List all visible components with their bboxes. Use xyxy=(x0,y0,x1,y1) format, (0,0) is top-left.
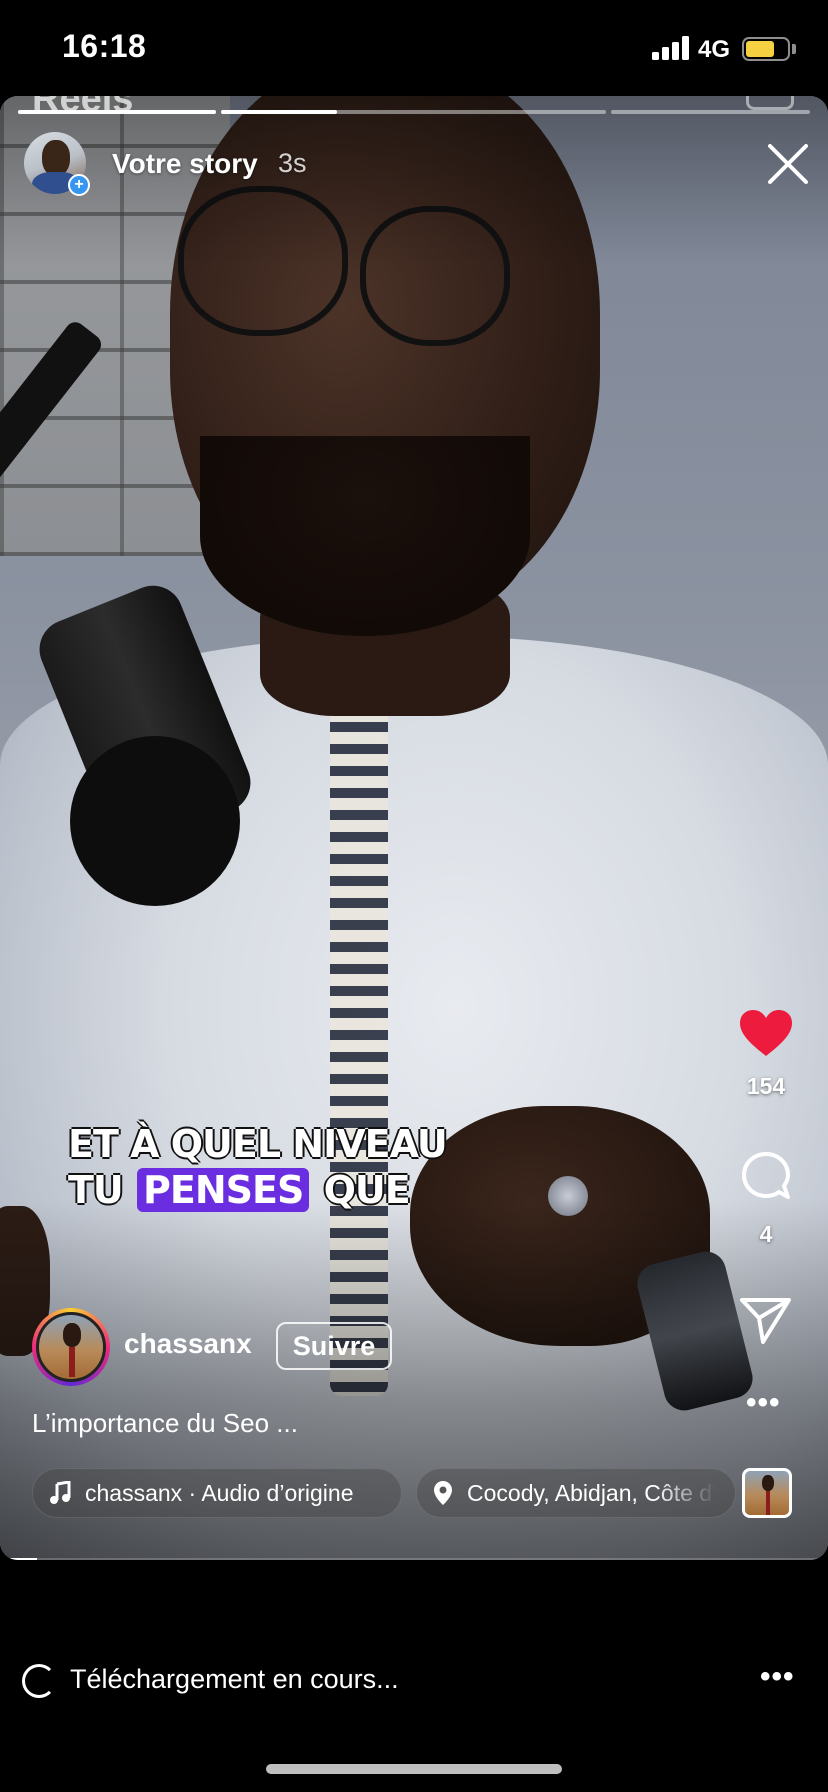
status-time: 16:18 xyxy=(62,28,147,64)
like-button[interactable]: 154 xyxy=(731,1008,801,1100)
location-pin-icon xyxy=(434,1481,452,1505)
author-tie xyxy=(69,1347,75,1377)
comment-bubble-icon xyxy=(742,1152,790,1199)
comment-count: 4 xyxy=(759,1221,773,1247)
upload-spinner-icon xyxy=(22,1664,56,1698)
caption-text-after: QUE xyxy=(323,1168,411,1212)
network-type: 4G xyxy=(698,36,731,63)
thumbnail-tie xyxy=(766,1491,770,1515)
home-indicator[interactable] xyxy=(266,1764,562,1774)
progress-segment xyxy=(18,110,216,114)
progress-segment xyxy=(611,110,810,114)
audio-chip[interactable]: chassanx · Audio d’origine xyxy=(32,1468,402,1518)
caption-highlighted-word: PENSES xyxy=(137,1168,310,1212)
battery-cap xyxy=(792,44,796,54)
author-avatar[interactable] xyxy=(32,1308,110,1386)
author-username[interactable]: chassanx xyxy=(124,1328,252,1360)
story-viewer[interactable]: Reels + Votre story 3s ET À QUEL NIVEAU … xyxy=(0,96,828,1560)
cellular-signal-icon xyxy=(652,36,692,60)
progress-segment-fill xyxy=(18,110,216,114)
add-story-icon[interactable]: + xyxy=(68,174,90,196)
comment-button[interactable]: 4 xyxy=(731,1150,801,1248)
reels-title-peek: Reels xyxy=(32,96,134,120)
video-caption-line-2: TU PENSES QUE xyxy=(68,1168,411,1212)
like-count: 154 xyxy=(746,1073,786,1099)
story-owner-label[interactable]: Votre story xyxy=(112,148,258,180)
progress-segment xyxy=(221,110,606,114)
beard xyxy=(200,436,530,636)
close-glyph xyxy=(768,144,808,184)
author-face xyxy=(63,1323,81,1347)
battery-level xyxy=(746,41,774,57)
status-bar: 16:18 4G xyxy=(0,0,828,96)
author-photo xyxy=(36,1312,106,1382)
music-note-icon xyxy=(50,1481,71,1504)
follow-button[interactable]: Suivre xyxy=(276,1322,392,1370)
audio-cover-thumbnail[interactable] xyxy=(742,1468,792,1518)
audio-label: chassanx · Audio d’origine xyxy=(85,1479,354,1506)
reel-description[interactable]: L’importance du Seo ... xyxy=(32,1408,298,1439)
story-progress-bar xyxy=(18,110,810,114)
camera-icon-peek xyxy=(746,96,794,110)
progress-segment-fill xyxy=(221,110,337,114)
share-button[interactable] xyxy=(731,1296,801,1351)
location-label: Cocody, Abidjan, Côte d’Ivoire xyxy=(467,1479,717,1506)
caption-text-before: TU xyxy=(68,1168,124,1212)
send-paper-plane-icon xyxy=(740,1298,791,1344)
close-icon[interactable] xyxy=(764,140,812,188)
avatar-face xyxy=(42,140,70,176)
story-elapsed-time: 3s xyxy=(278,148,307,178)
battery-icon xyxy=(742,37,790,61)
thumbnail-face xyxy=(762,1475,774,1491)
upload-status: Téléchargement en cours... xyxy=(70,1664,399,1694)
heart-icon xyxy=(740,1010,792,1056)
top-gradient xyxy=(0,96,828,266)
location-chip[interactable]: Cocody, Abidjan, Côte d’Ivoire xyxy=(416,1468,736,1518)
more-options-icon[interactable]: ••• xyxy=(746,1386,781,1420)
more-options-icon[interactable]: ••• xyxy=(760,1660,795,1694)
microphone-windscreen xyxy=(70,736,240,906)
video-caption-line-1: ET À QUEL NIVEAU xyxy=(68,1122,448,1166)
